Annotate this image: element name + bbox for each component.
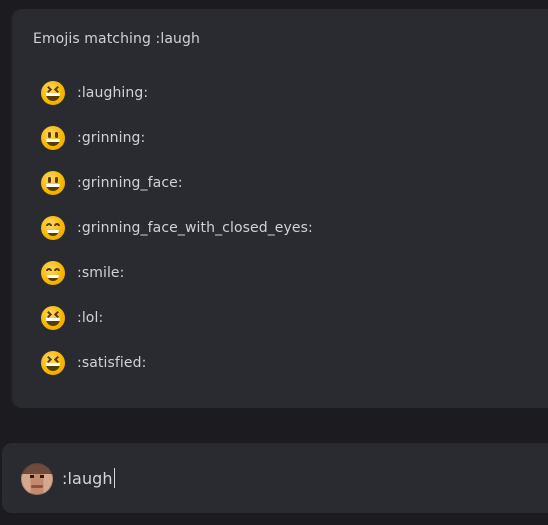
- emoji-suggestion-label: :grinning_face_with_closed_eyes:: [77, 219, 313, 236]
- emoji-suggestion-item[interactable]: :grinning_face:: [41, 160, 313, 205]
- emoji-suggestion-item[interactable]: :lol:: [41, 295, 313, 340]
- emoji-suggestion-label: :smile:: [77, 264, 125, 281]
- laughing-face-icon: [41, 80, 65, 105]
- message-input-text: :laugh: [62, 468, 113, 488]
- emoji-suggestion-label: :lol:: [77, 309, 104, 326]
- emoji-suggestion-item[interactable]: :grinning_face_with_closed_eyes:: [41, 205, 313, 250]
- message-input[interactable]: :laugh: [62, 467, 542, 489]
- emoji-suggestion-label: :grinning:: [77, 129, 146, 146]
- smile-face-icon: [41, 260, 65, 285]
- emoji-suggestion-label: :grinning_face:: [77, 174, 183, 191]
- emoji-suggestions-panel: Emojis matching :laugh :laughing: :grinn…: [13, 9, 548, 408]
- grinning-face-with-closed-eyes-icon: [41, 215, 65, 240]
- emoji-suggestion-label: :laughing:: [77, 84, 149, 101]
- emoji-suggestions-list: :laughing: :grinning: :grinning_face: :g…: [41, 70, 313, 385]
- grinning-face-icon: [41, 125, 65, 150]
- avatar[interactable]: [21, 463, 53, 495]
- emoji-suggestion-label: :satisfied:: [77, 354, 147, 371]
- grinning-face-icon: [41, 170, 65, 195]
- emoji-suggestion-item[interactable]: :laughing:: [41, 70, 313, 115]
- message-composer: :laugh: [2, 443, 548, 513]
- emoji-suggestion-item[interactable]: :smile:: [41, 250, 313, 295]
- text-caret: [113, 468, 115, 488]
- laughing-face-icon: [41, 350, 65, 375]
- emoji-suggestions-title: Emojis matching :laugh: [33, 31, 200, 47]
- emoji-suggestion-item[interactable]: :grinning:: [41, 115, 313, 160]
- emoji-suggestion-item[interactable]: :satisfied:: [41, 340, 313, 385]
- laughing-face-icon: [41, 305, 65, 330]
